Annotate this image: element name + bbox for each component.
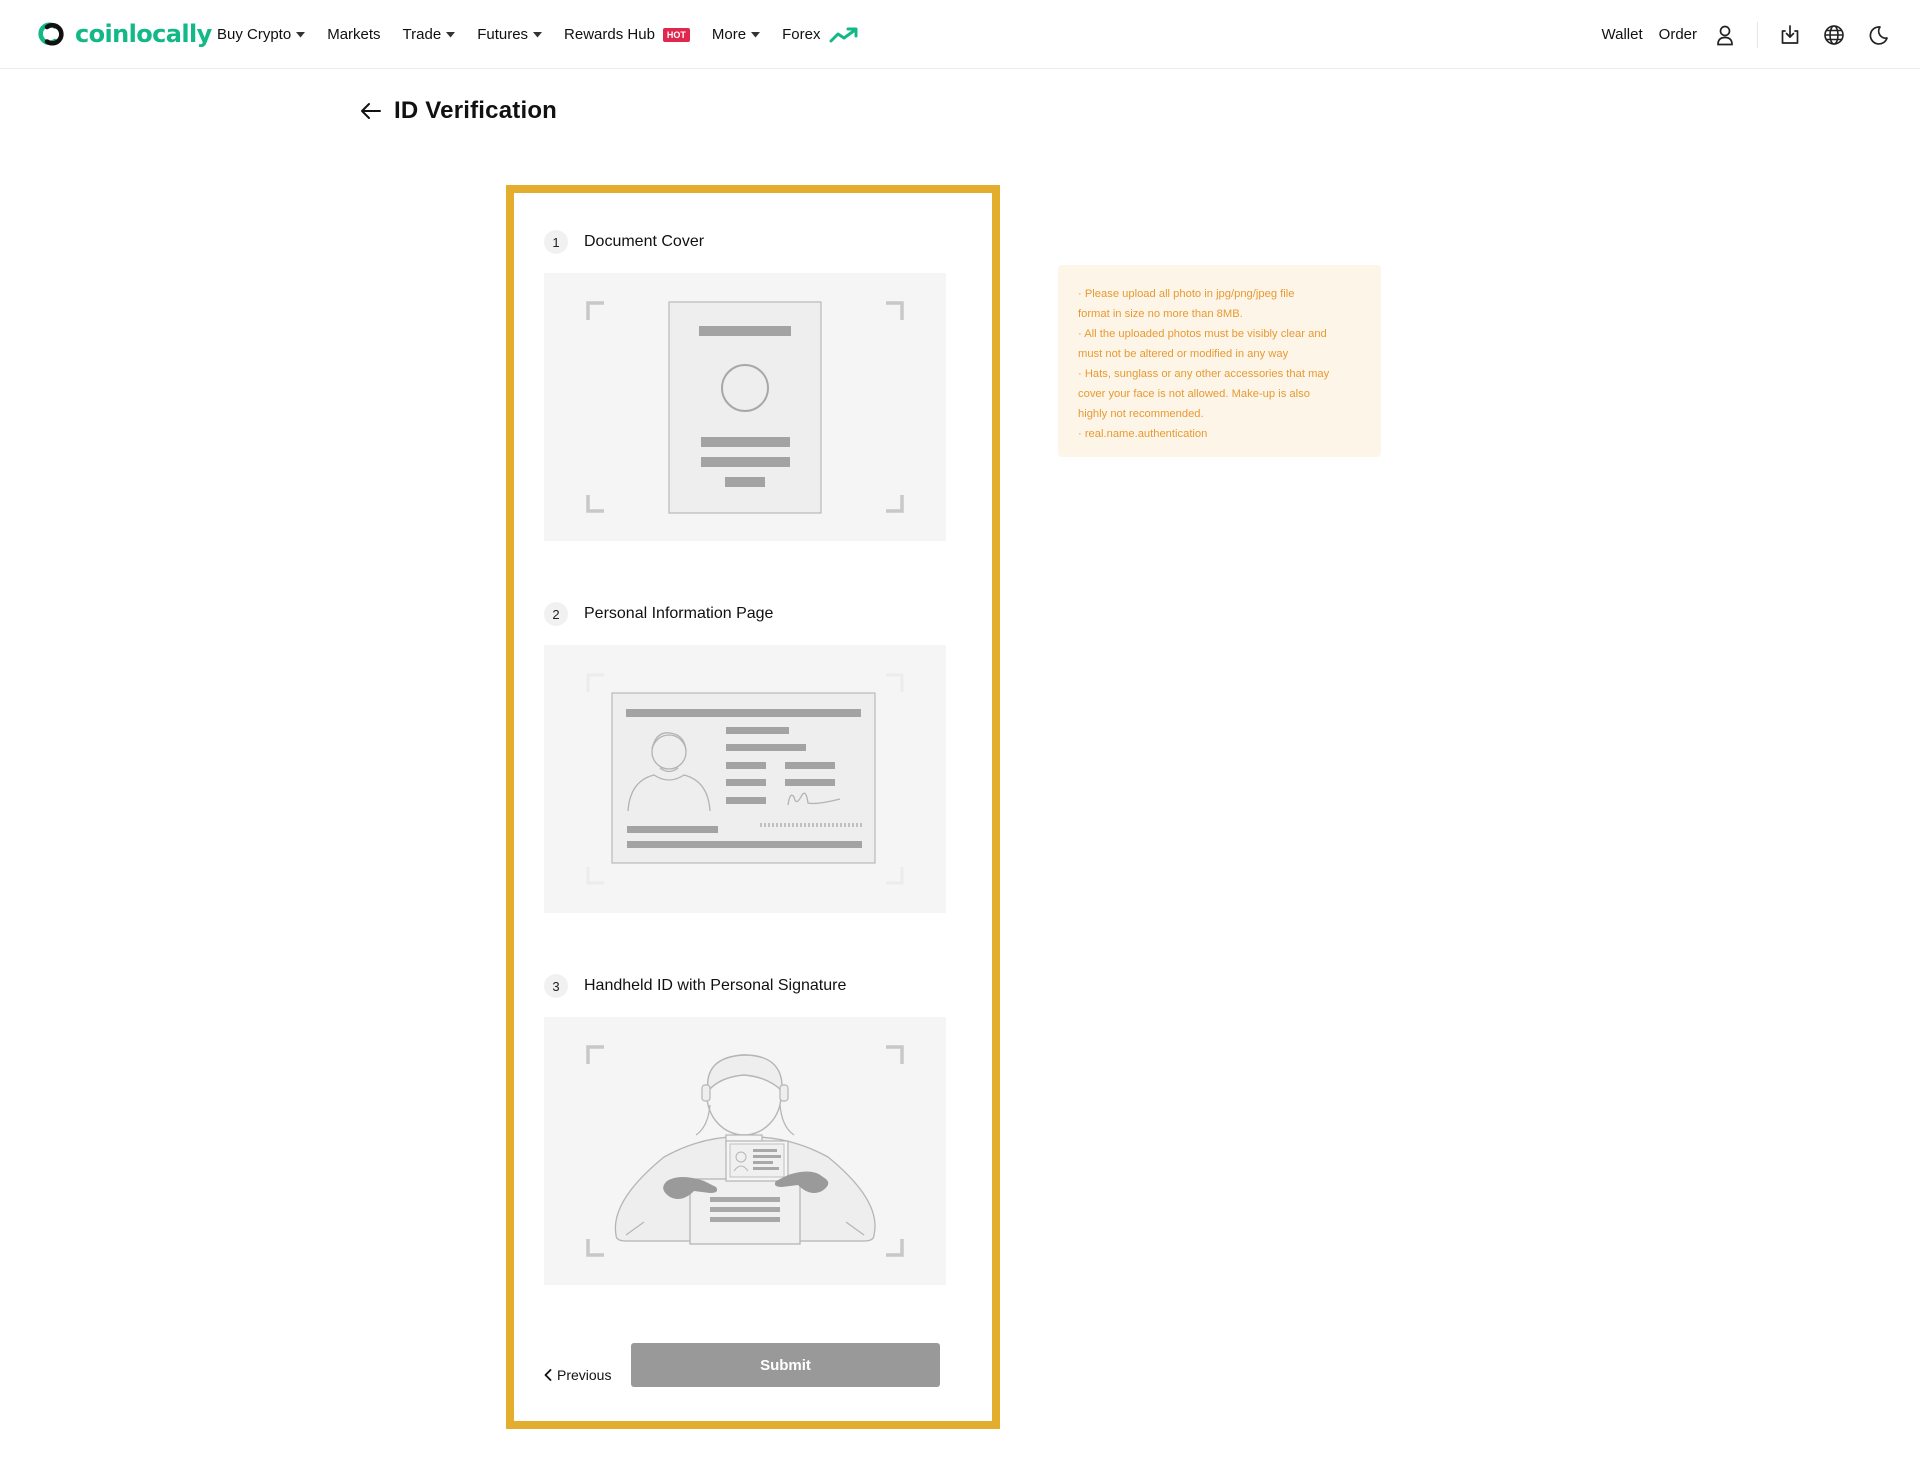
- nav-label: Trade: [402, 26, 442, 43]
- brand-name: coinlocally: [75, 20, 212, 48]
- brand-logo[interactable]: coinlocally: [34, 18, 212, 50]
- notice-line: · Hats, sunglass or any other accessorie…: [1078, 368, 1330, 380]
- upload-requirements-notice: · Please upload all photo in jpg/png/jpe…: [1058, 265, 1381, 457]
- handheld-id-upload[interactable]: [544, 1017, 946, 1285]
- nav-trade[interactable]: Trade: [403, 26, 456, 43]
- document-cover-illustration: [586, 301, 904, 514]
- step-2-header: 2 Personal Information Page: [544, 602, 773, 626]
- wallet-link[interactable]: Wallet: [1602, 26, 1643, 43]
- page-title: ID Verification: [394, 97, 558, 124]
- document-cover-upload[interactable]: [544, 273, 946, 541]
- step-number: 2: [544, 602, 568, 626]
- previous-label: Previous: [557, 1367, 612, 1383]
- notice-line: · real.name.authentication: [1078, 428, 1208, 440]
- hot-badge: HOT: [662, 27, 690, 42]
- step-1-header: 1 Document Cover: [544, 230, 704, 254]
- caret-down-icon: [446, 31, 456, 37]
- back-arrow-icon[interactable]: [360, 101, 382, 121]
- logo-icon: [38, 22, 64, 46]
- personal-info-page-upload[interactable]: [544, 645, 946, 913]
- main-nav: Buy Crypto Markets Trade Futures Rewards…: [217, 0, 859, 69]
- step-title: Document Cover: [584, 233, 705, 250]
- submit-button[interactable]: Submit: [631, 1343, 940, 1387]
- step-number: 3: [544, 974, 568, 998]
- chevron-left-icon: [544, 1369, 552, 1381]
- handheld-id-illustration: [586, 1045, 904, 1257]
- notice-line: cover your face is not allowed. Make-up …: [1078, 388, 1310, 400]
- id-upload-card: 1 Document Cover 2 Personal Information …: [506, 185, 1000, 1429]
- notice-line: · All the uploaded photos must be visibl…: [1078, 328, 1327, 340]
- nav-futures[interactable]: Futures: [477, 26, 543, 43]
- caret-down-icon: [533, 31, 543, 37]
- notice-line: · Please upload all photo in jpg/png/jpe…: [1078, 288, 1295, 300]
- notice-line: format in size no more than 8MB.: [1078, 308, 1243, 320]
- top-navigation-bar: coinlocally Buy Crypto Markets Trade Fut…: [0, 0, 1920, 69]
- caret-down-icon: [296, 31, 306, 37]
- moon-icon[interactable]: [1866, 23, 1890, 47]
- nav-label: Futures: [477, 26, 529, 43]
- page-header: ID Verification: [360, 97, 557, 125]
- nav-label: Rewards Hub: [564, 26, 655, 43]
- divider: [1757, 21, 1758, 48]
- step-number: 1: [544, 230, 568, 254]
- notice-line: highly not recommended.: [1078, 408, 1204, 420]
- user-icon[interactable]: [1713, 23, 1737, 47]
- account-nav: Wallet Order: [1602, 0, 1890, 69]
- notice-line: must not be altered or modified in any w…: [1078, 348, 1289, 360]
- nav-label: More: [711, 26, 747, 43]
- nav-label: Forex: [782, 26, 821, 43]
- nav-rewards-hub[interactable]: Rewards Hub HOT: [564, 26, 690, 43]
- caret-down-icon: [751, 31, 761, 37]
- nav-label: Buy Crypto: [217, 26, 292, 43]
- step-title: Personal Information Page: [584, 605, 774, 622]
- id-info-page-illustration: [586, 673, 904, 885]
- nav-forex[interactable]: Forex: [782, 26, 859, 43]
- nav-label: Markets: [327, 26, 381, 43]
- previous-button[interactable]: Previous: [544, 1367, 611, 1383]
- download-icon[interactable]: [1778, 23, 1802, 47]
- order-link[interactable]: Order: [1659, 26, 1697, 43]
- nav-more[interactable]: More: [711, 26, 761, 43]
- step-title: Handheld ID with Personal Signature: [584, 977, 847, 994]
- globe-icon[interactable]: [1822, 23, 1846, 47]
- step-3-header: 3 Handheld ID with Personal Signature: [544, 974, 846, 998]
- nav-buy-crypto[interactable]: Buy Crypto: [217, 26, 306, 43]
- nav-markets[interactable]: Markets: [327, 26, 380, 43]
- trend-up-icon: [829, 27, 858, 42]
